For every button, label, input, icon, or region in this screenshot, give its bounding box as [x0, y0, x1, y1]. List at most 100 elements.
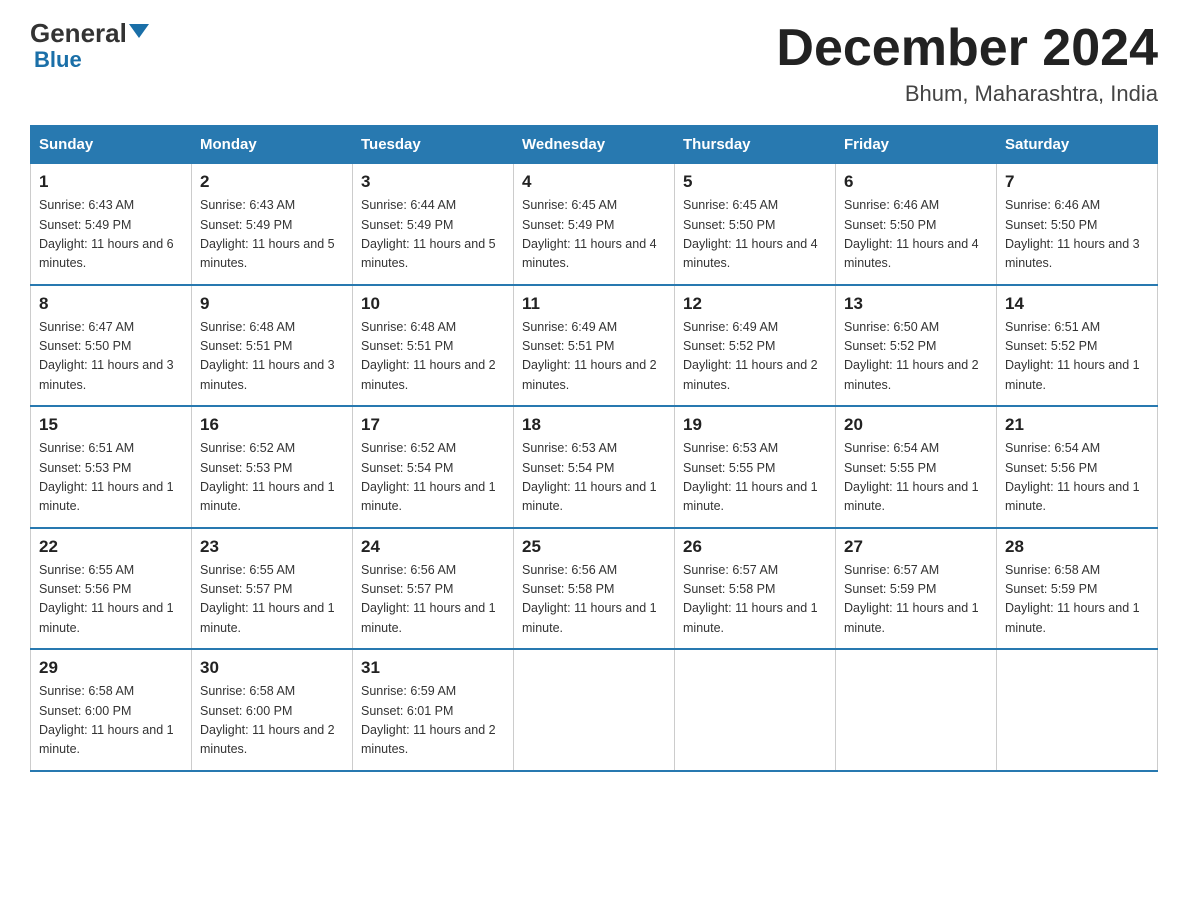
calendar-cell: 30 Sunrise: 6:58 AMSunset: 6:00 PMDayligh…: [192, 649, 353, 771]
logo: General Blue: [30, 20, 149, 73]
day-info: Sunrise: 6:56 AMSunset: 5:58 PMDaylight:…: [522, 563, 657, 635]
calendar-cell: 8 Sunrise: 6:47 AMSunset: 5:50 PMDaylight…: [31, 285, 192, 407]
day-info: Sunrise: 6:57 AMSunset: 5:58 PMDaylight:…: [683, 563, 818, 635]
calendar-cell: 13Sunrise: 6:50 AMSunset: 5:52 PMDayligh…: [836, 285, 997, 407]
calendar-cell: 31Sunrise: 6:59 AMSunset: 6:01 PMDayligh…: [353, 649, 514, 771]
calendar-cell: 21 Sunrise: 6:54 AMSunset: 5:56 PMDayligh…: [997, 406, 1158, 528]
weekday-header-thursday: Thursday: [675, 126, 836, 164]
weekday-header-tuesday: Tuesday: [353, 126, 514, 164]
day-info: Sunrise: 6:56 AMSunset: 5:57 PMDaylight:…: [361, 563, 496, 635]
calendar-cell: 19Sunrise: 6:53 AMSunset: 5:55 PMDayligh…: [675, 406, 836, 528]
calendar-cell: 18Sunrise: 6:53 AMSunset: 5:54 PMDayligh…: [514, 406, 675, 528]
day-number: 30: [200, 658, 344, 678]
day-info: Sunrise: 6:54 AMSunset: 5:56 PMDaylight:…: [1005, 441, 1140, 513]
day-number: 22: [39, 537, 183, 557]
day-number: 17: [361, 415, 505, 435]
day-info: Sunrise: 6:44 AMSunset: 5:49 PMDaylight:…: [361, 198, 496, 270]
day-number: 21: [1005, 415, 1149, 435]
calendar-cell: 17Sunrise: 6:52 AMSunset: 5:54 PMDayligh…: [353, 406, 514, 528]
calendar-cell: 24 Sunrise: 6:56 AMSunset: 5:57 PMDayligh…: [353, 528, 514, 650]
day-info: Sunrise: 6:45 AMSunset: 5:50 PMDaylight:…: [683, 198, 818, 270]
day-info: Sunrise: 6:58 AMSunset: 6:00 PMDaylight:…: [200, 684, 335, 756]
day-number: 27: [844, 537, 988, 557]
logo-triangle-icon: [129, 24, 149, 38]
calendar-cell: 26 Sunrise: 6:57 AMSunset: 5:58 PMDayligh…: [675, 528, 836, 650]
day-number: 16: [200, 415, 344, 435]
day-number: 24: [361, 537, 505, 557]
day-number: 23: [200, 537, 344, 557]
day-info: Sunrise: 6:58 AMSunset: 5:59 PMDaylight:…: [1005, 563, 1140, 635]
weekday-header-saturday: Saturday: [997, 126, 1158, 164]
day-info: Sunrise: 6:46 AMSunset: 5:50 PMDaylight:…: [844, 198, 979, 270]
day-number: 6: [844, 172, 988, 192]
calendar-cell: 11Sunrise: 6:49 AMSunset: 5:51 PMDayligh…: [514, 285, 675, 407]
day-info: Sunrise: 6:51 AMSunset: 5:53 PMDaylight:…: [39, 441, 174, 513]
day-info: Sunrise: 6:59 AMSunset: 6:01 PMDaylight:…: [361, 684, 496, 756]
week-row-5: 29 Sunrise: 6:58 AMSunset: 6:00 PMDayligh…: [31, 649, 1158, 771]
month-title: December 2024: [776, 20, 1158, 77]
weekday-header-wednesday: Wednesday: [514, 126, 675, 164]
day-number: 8: [39, 294, 183, 314]
day-number: 19: [683, 415, 827, 435]
day-info: Sunrise: 6:43 AMSunset: 5:49 PMDaylight:…: [39, 198, 174, 270]
day-info: Sunrise: 6:58 AMSunset: 6:00 PMDaylight:…: [39, 684, 174, 756]
calendar-cell: 10 Sunrise: 6:48 AMSunset: 5:51 PMDayligh…: [353, 285, 514, 407]
calendar-cell: 22 Sunrise: 6:55 AMSunset: 5:56 PMDayligh…: [31, 528, 192, 650]
day-number: 10: [361, 294, 505, 314]
day-number: 2: [200, 172, 344, 192]
day-number: 7: [1005, 172, 1149, 192]
day-info: Sunrise: 6:54 AMSunset: 5:55 PMDaylight:…: [844, 441, 979, 513]
logo-blue-text: Blue: [34, 47, 82, 73]
day-info: Sunrise: 6:45 AMSunset: 5:49 PMDaylight:…: [522, 198, 657, 270]
day-info: Sunrise: 6:47 AMSunset: 5:50 PMDaylight:…: [39, 320, 174, 392]
day-number: 28: [1005, 537, 1149, 557]
day-info: Sunrise: 6:57 AMSunset: 5:59 PMDaylight:…: [844, 563, 979, 635]
calendar-cell: 7Sunrise: 6:46 AMSunset: 5:50 PMDaylight…: [997, 164, 1158, 285]
day-number: 1: [39, 172, 183, 192]
calendar-cell: 14 Sunrise: 6:51 AMSunset: 5:52 PMDayligh…: [997, 285, 1158, 407]
day-info: Sunrise: 6:48 AMSunset: 5:51 PMDaylight:…: [361, 320, 496, 392]
week-row-4: 22 Sunrise: 6:55 AMSunset: 5:56 PMDayligh…: [31, 528, 1158, 650]
week-row-1: 1 Sunrise: 6:43 AMSunset: 5:49 PMDaylight…: [31, 164, 1158, 285]
day-info: Sunrise: 6:55 AMSunset: 5:57 PMDaylight:…: [200, 563, 335, 635]
calendar-cell: 5 Sunrise: 6:45 AMSunset: 5:50 PMDaylight…: [675, 164, 836, 285]
calendar-cell: 9 Sunrise: 6:48 AMSunset: 5:51 PMDaylight…: [192, 285, 353, 407]
calendar-table: SundayMondayTuesdayWednesdayThursdayFrid…: [30, 125, 1158, 772]
day-number: 11: [522, 294, 666, 314]
week-row-3: 15Sunrise: 6:51 AMSunset: 5:53 PMDayligh…: [31, 406, 1158, 528]
day-info: Sunrise: 6:48 AMSunset: 5:51 PMDaylight:…: [200, 320, 335, 392]
calendar-cell: 23 Sunrise: 6:55 AMSunset: 5:57 PMDayligh…: [192, 528, 353, 650]
day-number: 4: [522, 172, 666, 192]
day-info: Sunrise: 6:52 AMSunset: 5:53 PMDaylight:…: [200, 441, 335, 513]
day-number: 5: [683, 172, 827, 192]
weekday-header-friday: Friday: [836, 126, 997, 164]
calendar-cell: 20 Sunrise: 6:54 AMSunset: 5:55 PMDayligh…: [836, 406, 997, 528]
header: General Blue December 2024 Bhum, Maharas…: [30, 20, 1158, 107]
calendar-cell: 15Sunrise: 6:51 AMSunset: 5:53 PMDayligh…: [31, 406, 192, 528]
calendar-cell: 12 Sunrise: 6:49 AMSunset: 5:52 PMDayligh…: [675, 285, 836, 407]
day-number: 26: [683, 537, 827, 557]
calendar-cell: 25Sunrise: 6:56 AMSunset: 5:58 PMDayligh…: [514, 528, 675, 650]
location-title: Bhum, Maharashtra, India: [776, 81, 1158, 107]
day-number: 29: [39, 658, 183, 678]
day-number: 3: [361, 172, 505, 192]
weekday-header-sunday: Sunday: [31, 126, 192, 164]
calendar-cell: [997, 649, 1158, 771]
calendar-cell: 6 Sunrise: 6:46 AMSunset: 5:50 PMDaylight…: [836, 164, 997, 285]
title-area: December 2024 Bhum, Maharashtra, India: [776, 20, 1158, 107]
week-row-2: 8 Sunrise: 6:47 AMSunset: 5:50 PMDaylight…: [31, 285, 1158, 407]
day-info: Sunrise: 6:51 AMSunset: 5:52 PMDaylight:…: [1005, 320, 1140, 392]
day-number: 12: [683, 294, 827, 314]
day-number: 20: [844, 415, 988, 435]
calendar-cell: [514, 649, 675, 771]
day-info: Sunrise: 6:53 AMSunset: 5:54 PMDaylight:…: [522, 441, 657, 513]
day-number: 14: [1005, 294, 1149, 314]
calendar-cell: 1 Sunrise: 6:43 AMSunset: 5:49 PMDaylight…: [31, 164, 192, 285]
calendar-cell: 28 Sunrise: 6:58 AMSunset: 5:59 PMDayligh…: [997, 528, 1158, 650]
weekday-header-monday: Monday: [192, 126, 353, 164]
day-info: Sunrise: 6:49 AMSunset: 5:52 PMDaylight:…: [683, 320, 818, 392]
weekday-header-row: SundayMondayTuesdayWednesdayThursdayFrid…: [31, 126, 1158, 164]
day-info: Sunrise: 6:55 AMSunset: 5:56 PMDaylight:…: [39, 563, 174, 635]
day-number: 9: [200, 294, 344, 314]
calendar-cell: 27 Sunrise: 6:57 AMSunset: 5:59 PMDayligh…: [836, 528, 997, 650]
